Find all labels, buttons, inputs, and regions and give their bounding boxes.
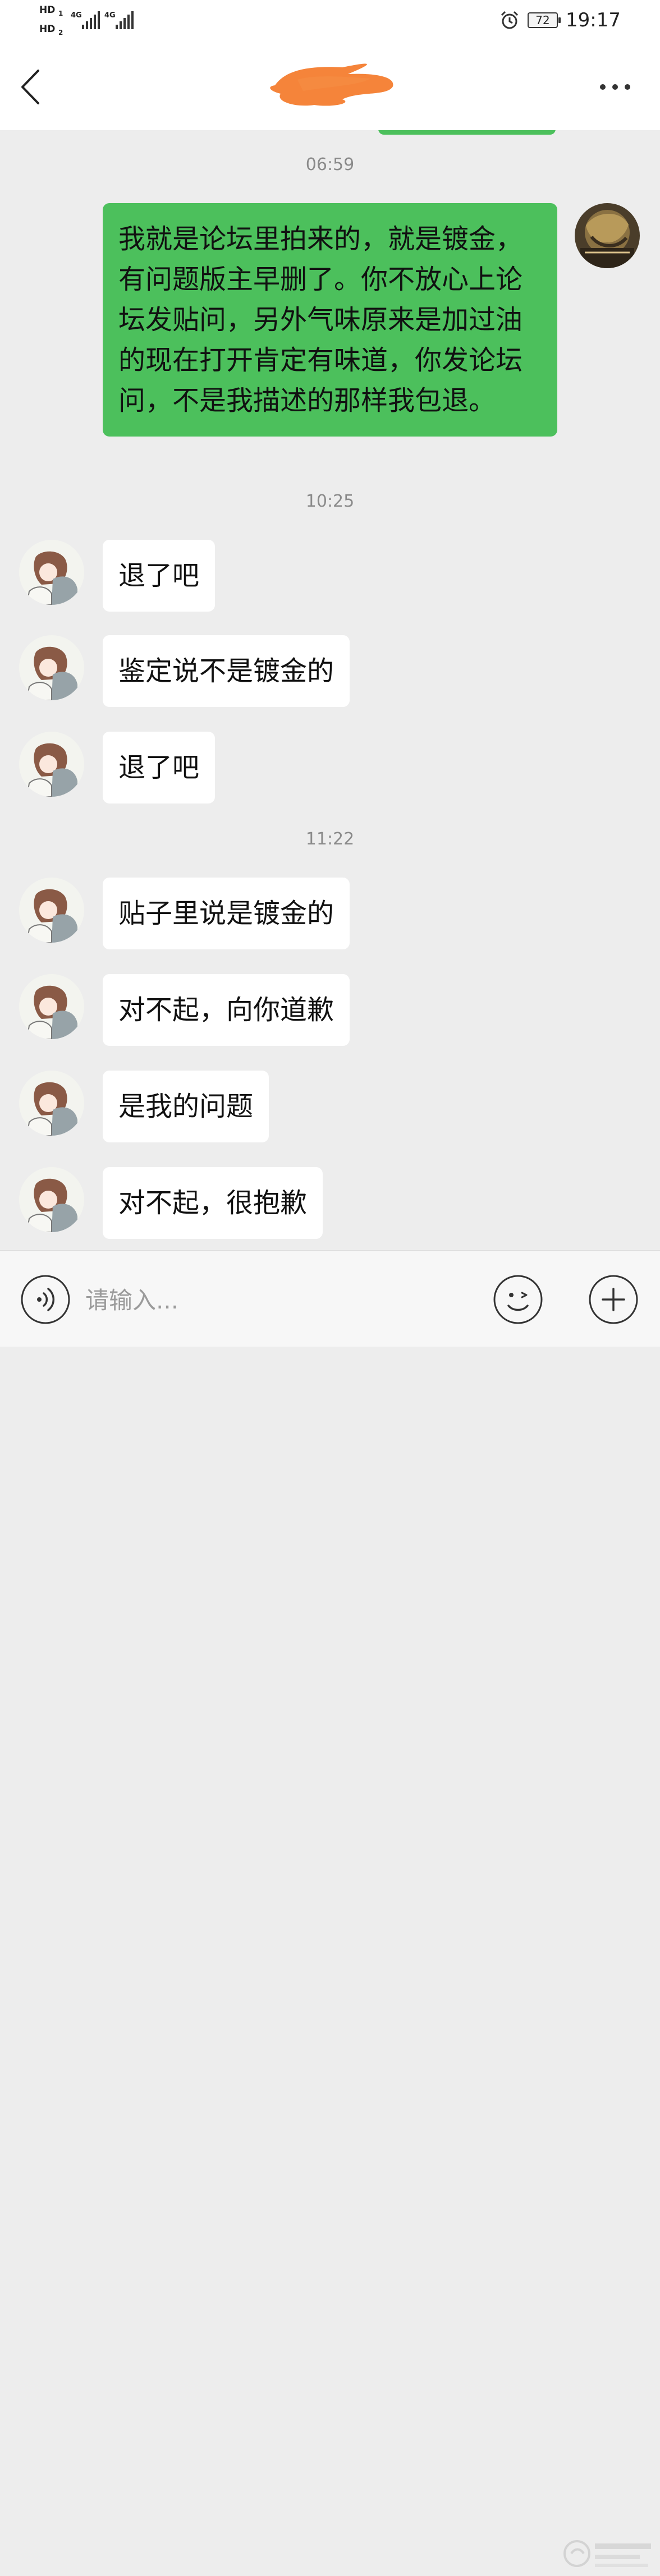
signal-strength-2-icon [116,11,134,29]
alarm-clock-icon [501,11,519,29]
contact-avatar[interactable] [19,732,84,797]
plus-icon[interactable] [588,1274,639,1325]
redacted-contact-name [270,63,393,106]
chevron-left-icon[interactable] [17,67,45,107]
contact-avatar[interactable] [19,974,84,1039]
timestamp: 11:22 [305,829,355,849]
contact-avatar[interactable] [19,635,84,700]
incoming-message-bubble[interactable]: 贴子里说是镀金的 [103,878,350,949]
sim2-hd-label: HD [39,24,56,35]
status-right: 72 19:17 [499,8,621,33]
watermark-logo [563,2540,651,2567]
incoming-message-bubble[interactable]: 对不起，向你道歉 [103,974,350,1046]
contact-avatar[interactable] [19,540,84,605]
voice-icon[interactable] [20,1274,71,1325]
contact-avatar[interactable] [19,1071,84,1136]
timestamp: 06:59 [305,155,355,175]
incoming-message-bubble[interactable]: 对不起，很抱歉 [103,1167,323,1239]
sim1-slot-label: 1 [58,10,63,17]
previous-message-bubble [378,130,556,135]
input-bar [0,1250,660,2567]
incoming-message-bubble[interactable]: 鉴定说不是镀金的 [103,635,350,707]
contact-avatar[interactable] [19,1167,84,1232]
sim1-hd-label: HD [39,4,56,16]
network2-label: 4G [104,11,116,20]
incoming-message-bubble[interactable]: 是我的问题 [103,1071,269,1142]
battery-indicator: 72 [528,12,561,28]
my-avatar[interactable] [575,203,640,268]
nav-bar [0,45,660,130]
timestamp: 10:25 [305,492,355,511]
emoji-icon[interactable] [493,1274,543,1325]
incoming-message-bubble[interactable]: 退了吧 [103,732,216,803]
incoming-message-bubble[interactable]: 退了吧 [103,540,216,612]
sim2-slot-label: 2 [58,29,63,36]
status-bar: HD 1 HD 2 4G 4G 72 19:17 [0,0,660,45]
status-time: 19:17 [566,9,621,31]
message-input[interactable] [84,1273,479,1327]
network1-label: 4G [71,11,82,20]
more-dots-icon[interactable] [598,79,632,95]
contact-avatar[interactable] [19,878,84,943]
signal-strength-1-icon [82,11,100,29]
chat-area[interactable]: 06:59 我就是论坛里拍来的，就是镀金，有问题版主早删了。你不放心上论坛发贴问… [0,130,660,1250]
outgoing-message-bubble[interactable]: 我就是论坛里拍来的，就是镀金，有问题版主早删了。你不放心上论坛发贴问，另外气味原… [103,203,557,437]
